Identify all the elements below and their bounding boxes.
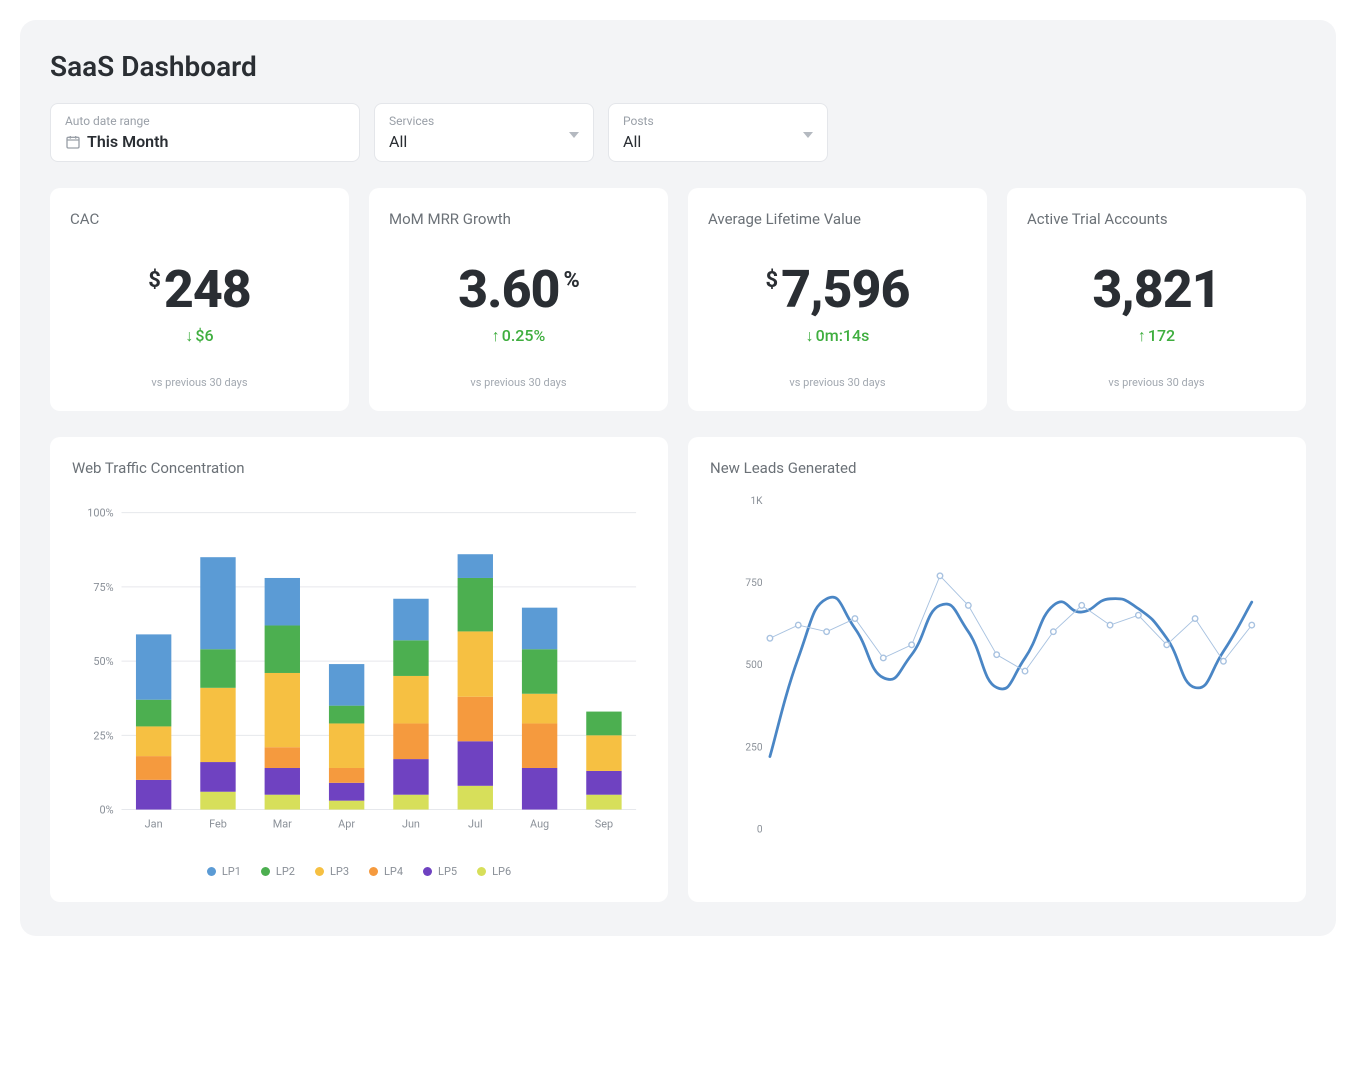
- chevron-down-icon: [569, 132, 579, 138]
- calendar-icon: [65, 134, 81, 150]
- svg-text:100%: 100%: [87, 507, 113, 520]
- kpi-delta: ↓0m:14s: [708, 326, 967, 346]
- kpi-footer: vs previous 30 days: [1027, 376, 1286, 389]
- svg-text:50%: 50%: [93, 655, 113, 668]
- svg-text:0%: 0%: [99, 804, 113, 817]
- posts-value: All: [623, 132, 813, 151]
- kpi-title: CAC: [70, 210, 329, 228]
- services-select[interactable]: Services All: [374, 103, 594, 162]
- bar-chart: 0% 25% 50% 75% 100% Jan Feb Mar Apr Jun Jul Aug Sep: [72, 491, 646, 851]
- kpi-delta: ↓$6: [70, 326, 329, 346]
- page-title: SaaS Dashboard: [50, 50, 1306, 83]
- kpi-delta: ↑0.25%: [389, 326, 648, 346]
- date-range-value: This Month: [87, 132, 168, 151]
- kpi-delta: ↑172: [1027, 326, 1286, 346]
- svg-text:Jun: Jun: [402, 817, 420, 830]
- kpi-card: Average Lifetime Value $7,596 ↓0m:14s vs pr…: [688, 188, 987, 411]
- kpi-value: $248: [148, 264, 251, 316]
- svg-text:250: 250: [745, 742, 762, 753]
- arrow-up-icon: ↑: [492, 326, 500, 346]
- date-range-picker[interactable]: Auto date range This Month: [50, 103, 360, 162]
- svg-text:Aug: Aug: [530, 817, 549, 830]
- leads-chart-card: New Leads Generated 0 250 500 750 1K: [688, 437, 1306, 902]
- kpi-card: MoM MRR Growth 3.60% ↑0.25% vs previous 30 …: [369, 188, 668, 411]
- svg-text:75%: 75%: [93, 581, 113, 594]
- kpi-title: MoM MRR Growth: [389, 210, 648, 228]
- arrow-down-icon: ↓: [806, 326, 814, 346]
- svg-text:500: 500: [745, 660, 762, 671]
- arrow-down-icon: ↓: [185, 326, 193, 346]
- filters-row: Auto date range This Month Services All …: [50, 103, 1306, 162]
- services-label: Services: [389, 114, 579, 128]
- svg-text:25%: 25%: [93, 729, 113, 742]
- svg-text:Mar: Mar: [273, 817, 292, 830]
- posts-label: Posts: [623, 114, 813, 128]
- legend-item: LP3: [315, 865, 349, 878]
- svg-text:Feb: Feb: [209, 817, 227, 830]
- line-chart: 0 250 500 750 1K: [710, 491, 1284, 851]
- svg-text:0: 0: [757, 825, 763, 836]
- chevron-down-icon: [803, 132, 813, 138]
- kpi-footer: vs previous 30 days: [389, 376, 648, 389]
- kpi-title: Average Lifetime Value: [708, 210, 967, 228]
- legend-item: LP6: [477, 865, 511, 878]
- legend-item: LP1: [207, 865, 241, 878]
- dashboard: SaaS Dashboard Auto date range This Mont…: [20, 20, 1336, 936]
- date-range-label: Auto date range: [65, 114, 345, 128]
- bar-chart-legend: LP1 LP2 LP3 LP4 LP5 LP6: [72, 865, 646, 878]
- legend-item: LP4: [369, 865, 403, 878]
- kpi-value: $7,596: [766, 264, 910, 316]
- kpi-value: 3.60%: [458, 264, 579, 316]
- web-traffic-chart-card: Web Traffic Concentration 0% 25% 50% 75% 100…: [50, 437, 668, 902]
- svg-text:Jul: Jul: [468, 817, 483, 830]
- svg-text:Sep: Sep: [595, 817, 613, 830]
- services-value: All: [389, 132, 579, 151]
- kpi-footer: vs previous 30 days: [70, 376, 329, 389]
- kpi-card: CAC $248 ↓$6 vs previous 30 days: [50, 188, 349, 411]
- svg-text:Apr: Apr: [338, 817, 355, 830]
- kpi-title: Active Trial Accounts: [1027, 210, 1286, 228]
- legend-item: LP2: [261, 865, 295, 878]
- kpi-value: 3,821: [1092, 264, 1220, 316]
- legend-item: LP5: [423, 865, 457, 878]
- kpi-footer: vs previous 30 days: [708, 376, 967, 389]
- svg-text:Jan: Jan: [145, 817, 163, 830]
- charts-row: Web Traffic Concentration 0% 25% 50% 75% 100…: [50, 437, 1306, 902]
- chart-title: Web Traffic Concentration: [72, 459, 646, 477]
- arrow-up-icon: ↑: [1138, 326, 1146, 346]
- kpi-card: Active Trial Accounts 3,821 ↑172 vs previou…: [1007, 188, 1306, 411]
- chart-title: New Leads Generated: [710, 459, 1284, 477]
- posts-select[interactable]: Posts All: [608, 103, 828, 162]
- svg-text:1K: 1K: [750, 496, 763, 507]
- kpi-cards-row: CAC$248↓$6vs previous 30 daysMoM MRR Gro…: [50, 188, 1306, 411]
- svg-text:750: 750: [745, 578, 762, 589]
